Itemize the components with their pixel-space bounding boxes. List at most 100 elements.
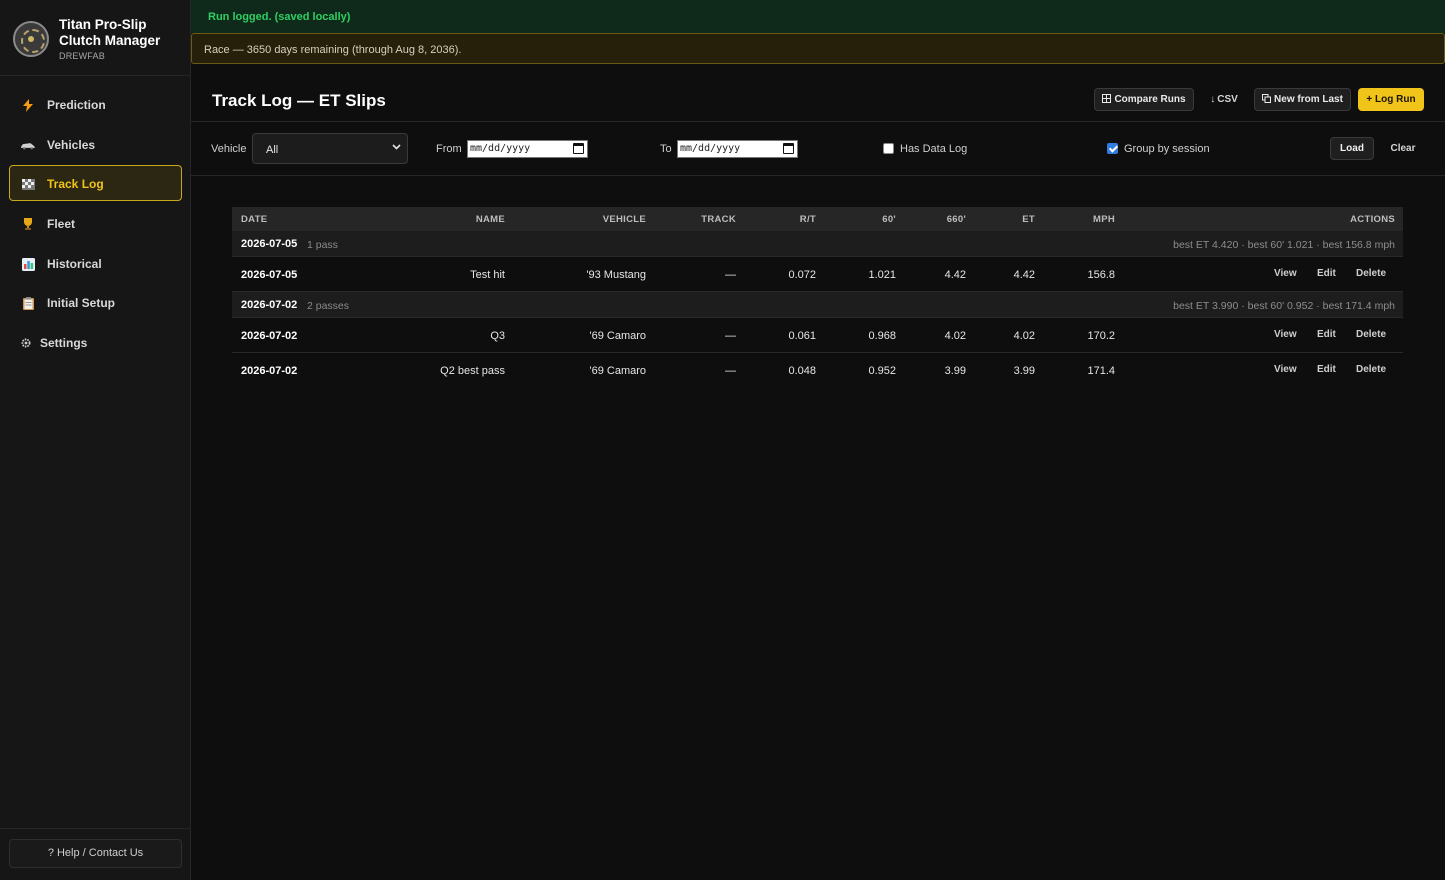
clipboard-icon — [21, 296, 35, 310]
col-rt[interactable]: R/T — [800, 214, 816, 225]
table-row[interactable]: 2026-07-02 Q3 '69 Camaro — 0.061 0.968 4… — [232, 318, 1403, 353]
nav-label: Vehicles — [47, 138, 96, 152]
col-mph[interactable]: MPH — [1093, 214, 1115, 225]
nav-item-settings[interactable]: Settings — [9, 324, 182, 360]
col-vehicle[interactable]: VEHICLE — [603, 214, 646, 225]
row-mph: 170.2 — [1087, 330, 1115, 342]
nav-item-historical[interactable]: Historical — [9, 245, 182, 281]
row-date: 2026-07-05 — [241, 269, 298, 281]
delete-button[interactable]: Delete — [1356, 268, 1386, 279]
notice-message: Race — 3650 days remaining (through Aug … — [204, 44, 462, 56]
table-header: DATE NAME VEHICLE TRACK R/T 60' 660' ET … — [232, 207, 1403, 231]
help-contact-button[interactable]: ? Help / Contact Us — [9, 839, 182, 868]
filter-divider — [191, 175, 1445, 176]
delete-button[interactable]: Delete — [1356, 329, 1386, 340]
has-data-log-checkbox[interactable] — [883, 143, 894, 154]
session-group-row[interactable]: 2026-07-05 1 pass best ET 4.420 · best 6… — [232, 231, 1403, 257]
table-row[interactable]: 2026-07-02 Q2 best pass '69 Camaro — 0.0… — [232, 353, 1403, 388]
clutch-logo-icon — [13, 21, 49, 57]
success-banner: Run logged. (saved locally) — [191, 0, 1445, 33]
vehicle-select-value: All — [266, 144, 279, 156]
copy-icon — [1262, 90, 1272, 111]
row-name: Test hit — [470, 269, 505, 281]
view-button[interactable]: View — [1274, 364, 1297, 375]
row-et: 4.42 — [1013, 269, 1035, 281]
row-vehicle: '69 Camaro — [589, 365, 646, 377]
help-footer: ? Help / Contact Us — [0, 828, 190, 880]
row-rt: 0.061 — [788, 330, 816, 342]
checkered-flag-icon — [21, 177, 35, 191]
download-arrow-icon: ↓ — [1210, 94, 1216, 105]
compare-runs-label: Compare Runs — [1114, 94, 1186, 105]
col-track[interactable]: TRACK — [701, 214, 736, 225]
row-660ft: 4.02 — [944, 330, 966, 342]
csv-label: CSV — [1217, 94, 1238, 105]
from-date-input[interactable]: mm/dd/yyyy — [467, 140, 588, 158]
bar-chart-icon — [21, 257, 35, 271]
row-60ft: 1.021 — [868, 269, 896, 281]
row-et: 3.99 — [1013, 365, 1035, 377]
session-best-summary: best ET 3.990 · best 60' 0.952 · best 17… — [1173, 300, 1395, 312]
nav-label: Settings — [40, 336, 88, 350]
edit-button[interactable]: Edit — [1317, 364, 1336, 375]
success-message: Run logged. (saved locally) — [208, 11, 351, 23]
row-et: 4.02 — [1013, 330, 1035, 342]
view-button[interactable]: View — [1274, 329, 1297, 340]
row-60ft: 0.952 — [868, 365, 896, 377]
vehicle-filter-label: Vehicle — [211, 143, 247, 155]
view-button[interactable]: View — [1274, 268, 1297, 279]
sidebar: Titan Pro-Slip Clutch Manager DREWFAB Pr… — [0, 0, 191, 880]
load-button[interactable]: Load — [1330, 137, 1374, 160]
row-660ft: 4.42 — [944, 269, 966, 281]
col-actions: ACTIONS — [1350, 214, 1395, 225]
session-group-row[interactable]: 2026-07-02 2 passes best ET 3.990 · best… — [232, 292, 1403, 318]
session-pass-count: 1 pass — [307, 239, 338, 251]
calendar-icon[interactable] — [783, 143, 794, 154]
col-660ft[interactable]: 660' — [947, 214, 966, 225]
vehicle-select[interactable]: All — [252, 133, 408, 164]
nav-label: Fleet — [47, 217, 76, 231]
row-rt: 0.072 — [788, 269, 816, 281]
row-mph: 171.4 — [1087, 365, 1115, 377]
col-name[interactable]: NAME — [476, 214, 505, 225]
lightning-icon — [21, 98, 35, 112]
col-60ft[interactable]: 60' — [882, 214, 896, 225]
row-date: 2026-07-02 — [241, 330, 298, 342]
row-660ft: 3.99 — [944, 365, 966, 377]
table-row[interactable]: 2026-07-05 Test hit '93 Mustang — 0.072 … — [232, 257, 1403, 292]
from-date-placeholder: mm/dd/yyyy — [470, 143, 531, 154]
brand: Titan Pro-Slip Clutch Manager DREWFAB — [0, 0, 190, 76]
to-date-label: To — [660, 143, 672, 155]
nav-item-track-log[interactable]: Track Log — [9, 165, 182, 201]
from-date-label: From — [436, 143, 462, 155]
csv-export-button[interactable]: ↓ CSV — [1203, 88, 1245, 111]
to-date-input[interactable]: mm/dd/yyyy — [677, 140, 798, 158]
app-title: Titan Pro-Slip Clutch Manager — [59, 17, 161, 48]
group-by-session-checkbox[interactable] — [1107, 143, 1118, 154]
nav-item-vehicles[interactable]: Vehicles — [9, 126, 182, 162]
edit-button[interactable]: Edit — [1317, 268, 1336, 279]
gear-icon — [19, 336, 33, 350]
row-name: Q3 — [490, 330, 505, 342]
edit-button[interactable]: Edit — [1317, 329, 1336, 340]
compare-runs-button[interactable]: Compare Runs — [1094, 88, 1194, 111]
session-date: 2026-07-05 — [241, 238, 298, 250]
nav-item-fleet[interactable]: Fleet — [9, 205, 182, 241]
row-date: 2026-07-02 — [241, 365, 298, 377]
clear-button[interactable]: Clear — [1383, 137, 1423, 160]
page-title: Track Log — ET Slips — [212, 91, 386, 110]
row-vehicle: '69 Camaro — [589, 330, 646, 342]
calendar-icon[interactable] — [573, 143, 584, 154]
nav-label: Prediction — [47, 98, 106, 112]
delete-button[interactable]: Delete — [1356, 364, 1386, 375]
col-et[interactable]: ET — [1022, 214, 1035, 225]
log-run-button[interactable]: + Log Run — [1358, 88, 1424, 111]
col-date[interactable]: DATE — [241, 214, 267, 225]
to-date-placeholder: mm/dd/yyyy — [680, 143, 741, 154]
nav-item-prediction[interactable]: Prediction — [9, 86, 182, 122]
session-date: 2026-07-02 — [241, 299, 298, 311]
nav-item-initial-setup[interactable]: Initial Setup — [9, 284, 182, 320]
new-from-last-button[interactable]: New from Last — [1254, 88, 1351, 111]
grid-icon — [1102, 90, 1112, 111]
row-name: Q2 best pass — [440, 365, 505, 377]
